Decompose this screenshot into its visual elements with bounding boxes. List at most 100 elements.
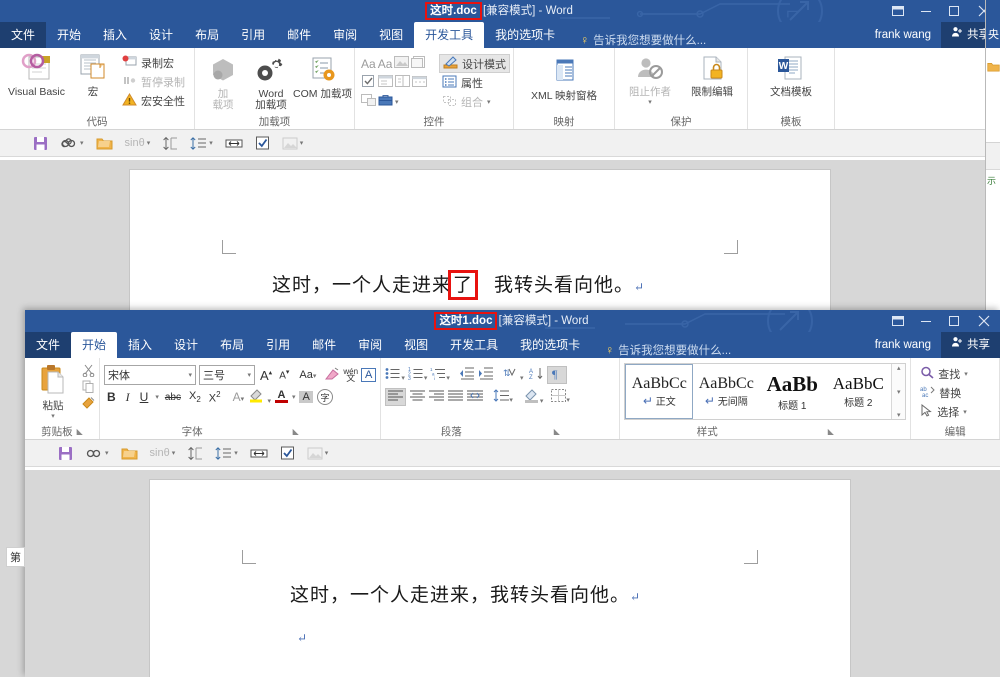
maximize-button-back[interactable] <box>940 0 968 22</box>
tell-me-box-front[interactable]: ♀ 告诉我您想要做什么... <box>591 342 731 358</box>
tab-view-back[interactable]: 视图 <box>368 22 414 48</box>
underline-caret-icon[interactable]: ▾ <box>155 393 159 401</box>
italic-button[interactable]: I <box>123 390 133 405</box>
document-template-button[interactable]: W 文档模板 <box>754 54 828 100</box>
tab-references-front[interactable]: 引用 <box>255 332 301 358</box>
macro-security-button[interactable]: 宏安全性 <box>119 91 188 110</box>
tab-file-back[interactable]: 文件 <box>0 22 46 48</box>
tab-layout-front[interactable]: 布局 <box>209 332 255 358</box>
qat-infinity-caret-front[interactable]: ▾ <box>105 449 109 457</box>
user-name-back[interactable]: frank wang <box>865 29 941 41</box>
select-caret-icon[interactable]: ▾ <box>963 408 967 416</box>
tab-references-back[interactable]: 引用 <box>230 22 276 48</box>
underline-button[interactable]: U <box>137 390 152 404</box>
qat-save-icon-back[interactable] <box>28 134 53 153</box>
select-button[interactable]: 选择 ▾ <box>917 402 971 421</box>
checkbox-content-control-icon[interactable] <box>361 75 376 90</box>
xml-mapping-pane-button[interactable]: XML 映射窗格 <box>518 56 610 104</box>
document-canvas-front[interactable]: 这时，一个人走进来，我转头看向他。↵ ↵ <box>25 470 1000 677</box>
user-name-front[interactable]: frank wang <box>865 339 941 351</box>
paste-button[interactable]: 粘贴 ▾ <box>29 362 77 422</box>
tab-insert-back[interactable]: 插入 <box>92 22 138 48</box>
replace-button[interactable]: abac 替换 <box>917 383 971 402</box>
qat-folder-icon-front[interactable] <box>116 444 143 462</box>
font-size-caret-icon[interactable]: ▾ <box>247 371 251 379</box>
qat-checkbox-icon-back[interactable] <box>250 134 275 152</box>
sort-caret-icon[interactable]: ▾ <box>520 375 524 382</box>
tab-mailings-front[interactable]: 邮件 <box>301 332 347 358</box>
style-item-normal[interactable]: AaBbCc ↵ 正文 <box>625 364 693 419</box>
superscript-button[interactable]: X2 <box>207 390 223 405</box>
tab-review-front[interactable]: 审阅 <box>347 332 393 358</box>
tab-mailings-back[interactable]: 邮件 <box>276 22 322 48</box>
qat-line-spacing-icon-front[interactable] <box>182 444 208 463</box>
plain-text-content-control-icon[interactable]: Aa <box>378 57 393 71</box>
font-color-button[interactable]: A <box>275 391 288 403</box>
font-family-caret-icon[interactable]: ▾ <box>188 371 192 379</box>
qat-infinity-caret-back[interactable]: ▾ <box>80 139 84 147</box>
share-button-front[interactable]: 共享 <box>941 332 1000 358</box>
picture-content-control-icon[interactable] <box>394 56 409 71</box>
font-color-caret-icon[interactable]: ▾ <box>292 393 296 401</box>
visual-basic-button[interactable]: Visual Basic <box>4 50 69 100</box>
title-bar-back[interactable]: ⌐ 这时.doc [兼容模式] - Word <box>0 0 1000 22</box>
word-add-ins-button[interactable]: Word加载项 <box>247 54 295 113</box>
justify-icon[interactable] <box>448 390 463 404</box>
borders-caret-icon[interactable]: ▾ <box>566 397 570 404</box>
grow-font-button[interactable]: A▴ <box>258 368 274 383</box>
qat-folder-icon-back[interactable] <box>91 134 118 152</box>
numbering-icon[interactable]: 123▾ <box>408 367 428 383</box>
qat-infinity-icon-back[interactable]: ▾ <box>55 135 89 152</box>
document-paragraph-back[interactable]: 这时，一个人走进来了 我转头看向他。↵ <box>272 270 645 297</box>
distribute-icon[interactable] <box>467 390 483 404</box>
qat-sin-icon-back[interactable]: sinθ▾ <box>120 135 156 151</box>
tab-home-front[interactable]: 开始 <box>71 332 117 358</box>
restrict-editing-button[interactable]: 限制编辑 <box>681 54 743 100</box>
styles-scroll-up-icon[interactable]: ▴ <box>897 364 901 372</box>
tab-my-tabs-front[interactable]: 我的选项卡 <box>509 332 591 358</box>
rich-text-content-control-icon[interactable]: Aa <box>361 57 376 71</box>
tab-insert-front[interactable]: 插入 <box>117 332 163 358</box>
increase-indent-icon[interactable] <box>478 367 494 383</box>
paragraph-dialog-launcher-icon[interactable]: ◣ <box>554 425 560 439</box>
background-window-sliver[interactable]: 央 示 <box>985 0 1000 310</box>
font-dialog-launcher-icon[interactable]: ◣ <box>293 425 299 439</box>
window-controls-back[interactable] <box>884 0 1000 22</box>
tab-design-front[interactable]: 设计 <box>163 332 209 358</box>
line-and-paragraph-spacing-icon[interactable]: ▾ <box>487 389 513 405</box>
find-button[interactable]: 查找 ▾ <box>917 364 971 383</box>
style-item-heading-1[interactable]: AaBb 标题 1 <box>759 364 825 419</box>
minimize-button-back[interactable] <box>912 0 940 22</box>
qat-picture-icon-front[interactable]: ▾ <box>302 445 334 462</box>
qat-sin-icon-front[interactable]: sinθ▾ <box>145 445 181 461</box>
record-macro-button[interactable]: 录制宏 <box>119 53 188 72</box>
bullets-caret-icon[interactable]: ▾ <box>401 375 405 382</box>
strikethrough-button[interactable]: abc <box>163 392 183 403</box>
qat-paragraph-spacing-caret-front[interactable]: ▾ <box>234 449 238 457</box>
bullets-icon[interactable]: ▾ <box>385 367 405 383</box>
qat-checkbox-icon-front[interactable] <box>275 444 300 462</box>
text-effects-button[interactable]: A▾ <box>227 390 245 404</box>
account-area-back[interactable]: frank wang 共享 <box>865 22 1000 48</box>
cut-button[interactable] <box>79 364 99 380</box>
styles-more-icon[interactable]: ▾ <box>897 411 901 419</box>
character-border-button[interactable]: A <box>361 368 376 382</box>
borders-icon[interactable]: ▾ <box>547 389 570 405</box>
window-controls-front[interactable] <box>884 310 1000 332</box>
align-center-icon[interactable] <box>410 390 425 404</box>
change-case-caret-icon[interactable]: ▾ <box>313 373 317 380</box>
quick-access-toolbar-front[interactable]: ▾ sinθ▾ ▾ ▾ <box>25 440 1000 467</box>
ribbon-display-options-icon-front[interactable] <box>884 310 912 332</box>
design-mode-button[interactable]: 设计模式 <box>439 54 510 73</box>
phonetic-guide-button[interactable]: wén文 <box>343 368 358 382</box>
qat-line-spacing-icon-back[interactable] <box>157 134 183 153</box>
properties-button[interactable]: 属性 <box>439 73 510 92</box>
paste-caret-icon[interactable]: ▾ <box>51 412 55 420</box>
highlight-caret-icon[interactable]: ▾ <box>267 398 271 405</box>
com-add-ins-button[interactable]: COM 加载项 <box>295 54 350 102</box>
qat-picture-icon-back[interactable]: ▾ <box>277 135 309 152</box>
ribbon-tabs-front[interactable]: 文件 开始 插入 设计 布局 引用 邮件 审阅 视图 开发工具 我的选项卡 ♀ … <box>25 332 1000 358</box>
controls-gallery-row-3[interactable]: ▾ <box>361 92 427 111</box>
maximize-button-front[interactable] <box>940 310 968 332</box>
legacy-tools-icon[interactable] <box>378 94 393 109</box>
